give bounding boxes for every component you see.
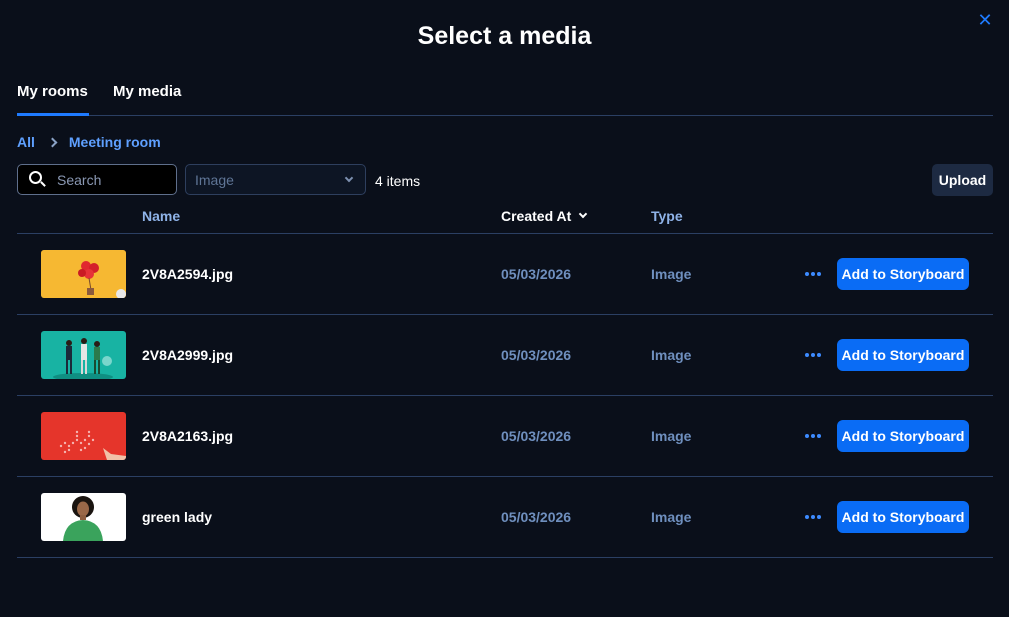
tab-my-media[interactable]: My media (113, 83, 181, 100)
breadcrumb: All Meeting room (17, 133, 161, 151)
media-thumbnail[interactable] (41, 493, 126, 541)
table-row: 2V8A2163.jpg 05/03/2026 Image Add to Sto… (17, 396, 993, 477)
add-to-storyboard-button[interactable]: Add to Storyboard (837, 501, 969, 533)
modal-title: Select a media (417, 22, 592, 50)
media-name: 2V8A2163.jpg (142, 428, 234, 444)
active-tab-indicator (17, 113, 89, 116)
chevron-down-icon (344, 173, 354, 183)
more-options-icon[interactable] (803, 264, 823, 284)
media-type: Image (651, 266, 692, 282)
item-count: 4 items (375, 173, 421, 189)
media-thumbnail[interactable] (41, 412, 126, 460)
add-to-storyboard-button[interactable]: Add to Storyboard (837, 339, 969, 371)
media-created-at: 05/03/2026 (501, 266, 572, 282)
search-icon (28, 170, 47, 189)
media-thumbnail[interactable] (41, 331, 126, 379)
media-type: Image (651, 428, 692, 444)
more-options-icon[interactable] (803, 426, 823, 446)
search-input[interactable] (57, 171, 167, 188)
column-header-created-at[interactable]: Created At (501, 208, 588, 224)
more-options-icon[interactable] (803, 507, 823, 527)
sort-chevron-down-icon (579, 209, 588, 219)
media-thumbnail[interactable] (41, 250, 126, 298)
breadcrumb-meeting-room[interactable]: Meeting room (69, 134, 161, 150)
media-created-at: 05/03/2026 (501, 428, 572, 444)
column-header-created-at-label: Created At (501, 208, 572, 224)
table-row: 2V8A2999.jpg 05/03/2026 Image Add to Sto… (17, 315, 993, 396)
chevron-right-icon (47, 137, 58, 147)
media-type: Image (651, 347, 692, 363)
column-header-type: Type (651, 208, 683, 224)
media-type: Image (651, 509, 692, 525)
breadcrumb-all[interactable]: All (17, 134, 35, 150)
media-name: 2V8A2999.jpg (142, 347, 234, 363)
more-options-icon[interactable] (803, 345, 823, 365)
tab-my-rooms[interactable]: My rooms (17, 83, 88, 100)
type-filter-placeholder: Image (195, 171, 234, 188)
media-created-at: 05/03/2026 (501, 347, 572, 363)
add-to-storyboard-button[interactable]: Add to Storyboard (837, 258, 969, 290)
upload-button[interactable]: Upload (932, 164, 993, 196)
table-row: green lady 05/03/2026 Image Add to Story… (17, 477, 993, 558)
media-name: 2V8A2594.jpg (142, 266, 234, 282)
type-filter-select[interactable]: Image (185, 164, 366, 195)
add-to-storyboard-button[interactable]: Add to Storyboard (837, 420, 969, 452)
table-row: 2V8A2594.jpg 05/03/2026 Image Add to Sto… (17, 234, 993, 315)
column-header-name: Name (142, 208, 181, 224)
tab-bar: My rooms My media (17, 80, 993, 116)
search-box[interactable] (17, 164, 177, 195)
media-name: green lady (142, 509, 213, 525)
media-created-at: 05/03/2026 (501, 509, 572, 525)
